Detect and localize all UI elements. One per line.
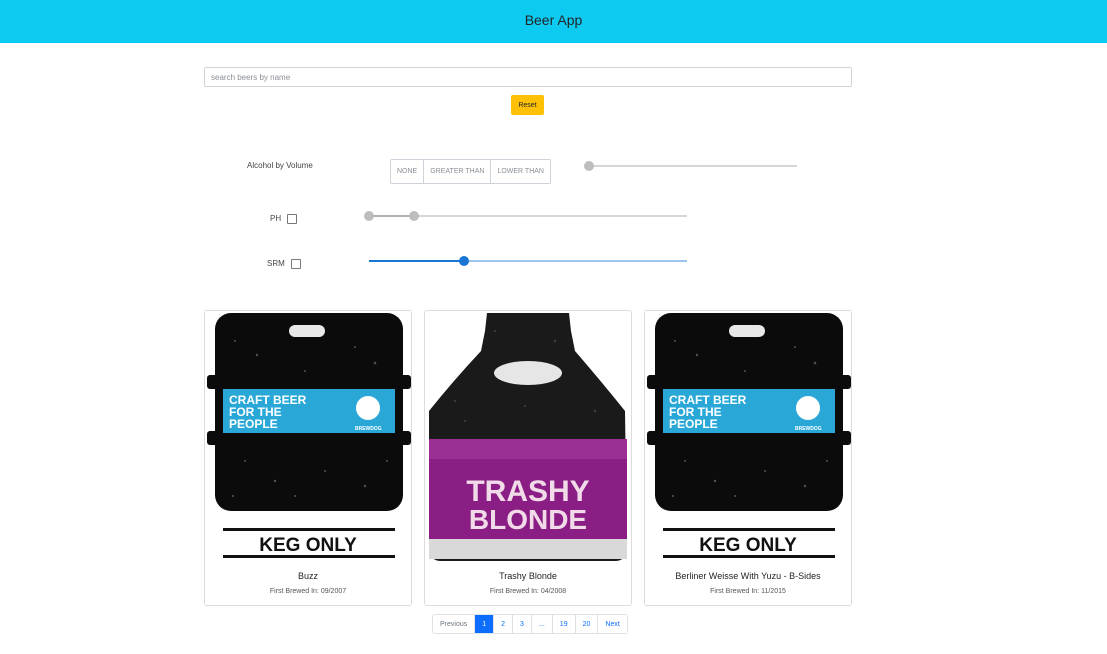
srm-slider[interactable] <box>369 255 687 267</box>
ph-slider-thumb-min[interactable] <box>364 211 374 221</box>
beer-image: TRASHY BLONDE <box>425 311 631 563</box>
ph-slider-track <box>369 215 414 217</box>
srm-slider-track <box>369 260 464 262</box>
pagination-page-20[interactable]: 20 <box>575 615 599 633</box>
svg-text:PEOPLE: PEOPLE <box>669 417 718 431</box>
beer-card[interactable]: TRASHY BLONDE Trashy Blonde First Brewed… <box>424 310 632 606</box>
pagination-next[interactable]: Next <box>598 615 627 633</box>
svg-text:BREWDOG: BREWDOG <box>795 426 822 432</box>
svg-text:KEG ONLY: KEG ONLY <box>699 535 797 556</box>
beer-first-brewed: First Brewed In: 09/2007 <box>269 588 347 595</box>
abv-mode-group: NONE GREATER THAN LOWER THAN <box>390 159 551 184</box>
beer-name: Trashy Blonde <box>499 571 557 581</box>
abv-slider-thumb[interactable] <box>584 161 594 171</box>
beer-image: CRAFT BEER FOR THE PEOPLE BREWDOG KEG ON… <box>645 311 851 563</box>
svg-text:PEOPLE: PEOPLE <box>229 417 278 431</box>
svg-text:BLONDE: BLONDE <box>469 504 587 535</box>
pagination-page-3[interactable]: 3 <box>513 615 532 633</box>
abv-slider-rail <box>589 165 797 167</box>
app-title: Beer App <box>524 11 583 28</box>
pagination-previous[interactable]: Previous <box>433 615 476 633</box>
pagination-page-2[interactable]: 2 <box>494 615 514 633</box>
beer-card[interactable]: CRAFT BEER FOR THE PEOPLE BREWDOG KEG ON… <box>644 310 852 606</box>
search-input[interactable] <box>204 67 852 87</box>
srm-slider-thumb[interactable] <box>459 256 469 266</box>
beer-name: Berliner Weisse With Yuzu - B-Sides <box>675 571 821 581</box>
beer-first-brewed: First Brewed In: 04/2008 <box>489 588 567 595</box>
srm-checkbox[interactable] <box>291 259 301 269</box>
pagination: Previous 1 2 3 ... 19 20 Next <box>432 614 628 634</box>
navbar: Beer App <box>0 0 1107 43</box>
ph-slider-thumb-max[interactable] <box>409 211 419 221</box>
pagination-ellipsis[interactable]: ... <box>531 615 553 633</box>
pagination-page-1[interactable]: 1 <box>475 615 495 633</box>
svg-text:BREWDOG: BREWDOG <box>355 426 382 432</box>
beer-name: Buzz <box>297 571 318 581</box>
abv-mode-greater-than[interactable]: GREATER THAN <box>424 160 492 183</box>
bottle-image: TRASHY BLONDE <box>425 311 631 563</box>
reset-button[interactable]: Reset <box>511 95 544 115</box>
svg-text:KEG ONLY: KEG ONLY <box>259 535 357 556</box>
keg-image: CRAFT BEER FOR THE PEOPLE BREWDOG KEG ON… <box>205 311 411 563</box>
abv-slider[interactable] <box>584 160 797 172</box>
srm-label: SRM <box>267 259 285 268</box>
pagination-page-19[interactable]: 19 <box>552 615 576 633</box>
abv-label: Alcohol by Volume <box>247 161 313 170</box>
ph-label: PH <box>270 214 282 223</box>
abv-mode-lower-than[interactable]: LOWER THAN <box>491 160 550 183</box>
keg-image: CRAFT BEER FOR THE PEOPLE BREWDOG KEG ON… <box>645 311 851 563</box>
ph-range-slider[interactable] <box>364 210 687 222</box>
beer-image: CRAFT BEER FOR THE PEOPLE BREWDOG KEG ON… <box>205 311 411 563</box>
ph-checkbox[interactable] <box>287 214 297 224</box>
beer-first-brewed: First Brewed In: 11/2015 <box>710 588 786 595</box>
abv-mode-none[interactable]: NONE <box>391 160 425 183</box>
beer-card[interactable]: CRAFT BEER FOR THE PEOPLE BREWDOG KEG ON… <box>204 310 412 606</box>
